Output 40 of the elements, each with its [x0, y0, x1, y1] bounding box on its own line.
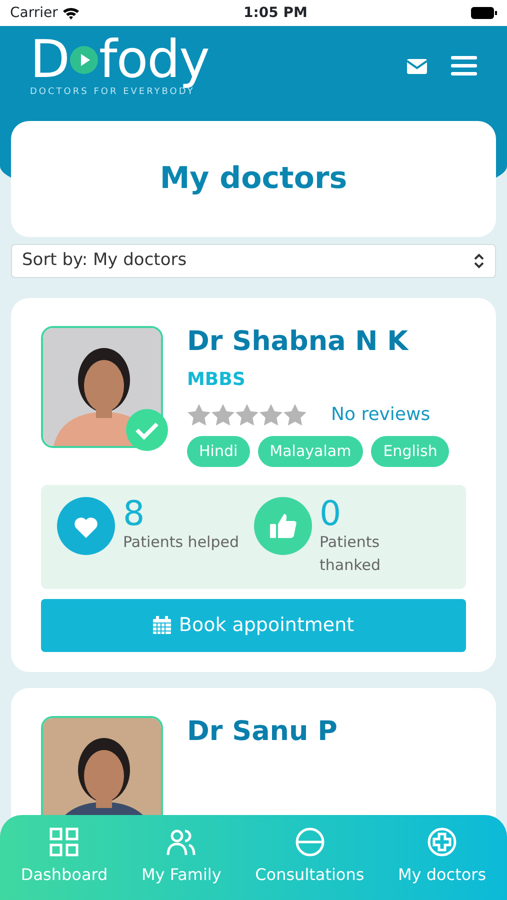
star-icon — [211, 404, 235, 426]
nav-tab[interactable]: My doctors — [398, 827, 486, 900]
page-title: My doctors — [160, 161, 348, 197]
nav-tab[interactable]: Consultations — [255, 827, 364, 900]
language-tag: English — [371, 436, 450, 467]
thumbs-up-icon — [254, 496, 312, 555]
doctor-name: Dr Shabna N K — [187, 326, 410, 358]
reviews-link[interactable]: No reviews — [331, 401, 430, 428]
book-appointment-button[interactable]: Book appointment — [41, 598, 466, 652]
star-icon — [259, 404, 283, 426]
doctor-name: Dr Sanu P — [187, 716, 338, 748]
stat-label: Patients thanked — [320, 532, 382, 576]
doctor-degree: MBBS — [187, 368, 246, 392]
logo-text: fody — [99, 34, 209, 86]
battery-icon — [471, 7, 497, 19]
nav-tab[interactable]: Dashboard — [20, 827, 108, 900]
menu-icon[interactable] — [451, 56, 477, 76]
calendar-icon — [152, 616, 171, 634]
star-icon — [283, 404, 307, 426]
medical-cross-icon — [427, 827, 458, 857]
pill-icon — [294, 827, 325, 857]
logo-tagline: DOCTORS FOR EVERYBODY — [30, 87, 195, 99]
play-icon — [69, 45, 100, 75]
language-tag: Hindi — [187, 436, 250, 467]
stat-label: Patients helped — [123, 532, 239, 553]
star-icon — [187, 404, 211, 426]
nav-tab[interactable]: My Family — [141, 827, 222, 900]
star-icon — [235, 404, 259, 426]
language-tag: Malayalam — [258, 436, 364, 467]
stat-value: 8 — [123, 496, 146, 531]
sort-dropdown[interactable]: Sort by: My doctors — [11, 244, 496, 278]
wifi-icon — [62, 6, 80, 20]
grid-icon — [49, 827, 80, 857]
people-icon — [166, 827, 196, 857]
stat-value: 0 — [320, 496, 342, 531]
chevron-updown-icon — [473, 253, 485, 269]
logo-text: D — [30, 34, 70, 86]
carrier-name: Carrier — [10, 4, 58, 22]
status-time: 1:05 PM — [244, 4, 308, 22]
mail-icon[interactable] — [407, 58, 427, 74]
